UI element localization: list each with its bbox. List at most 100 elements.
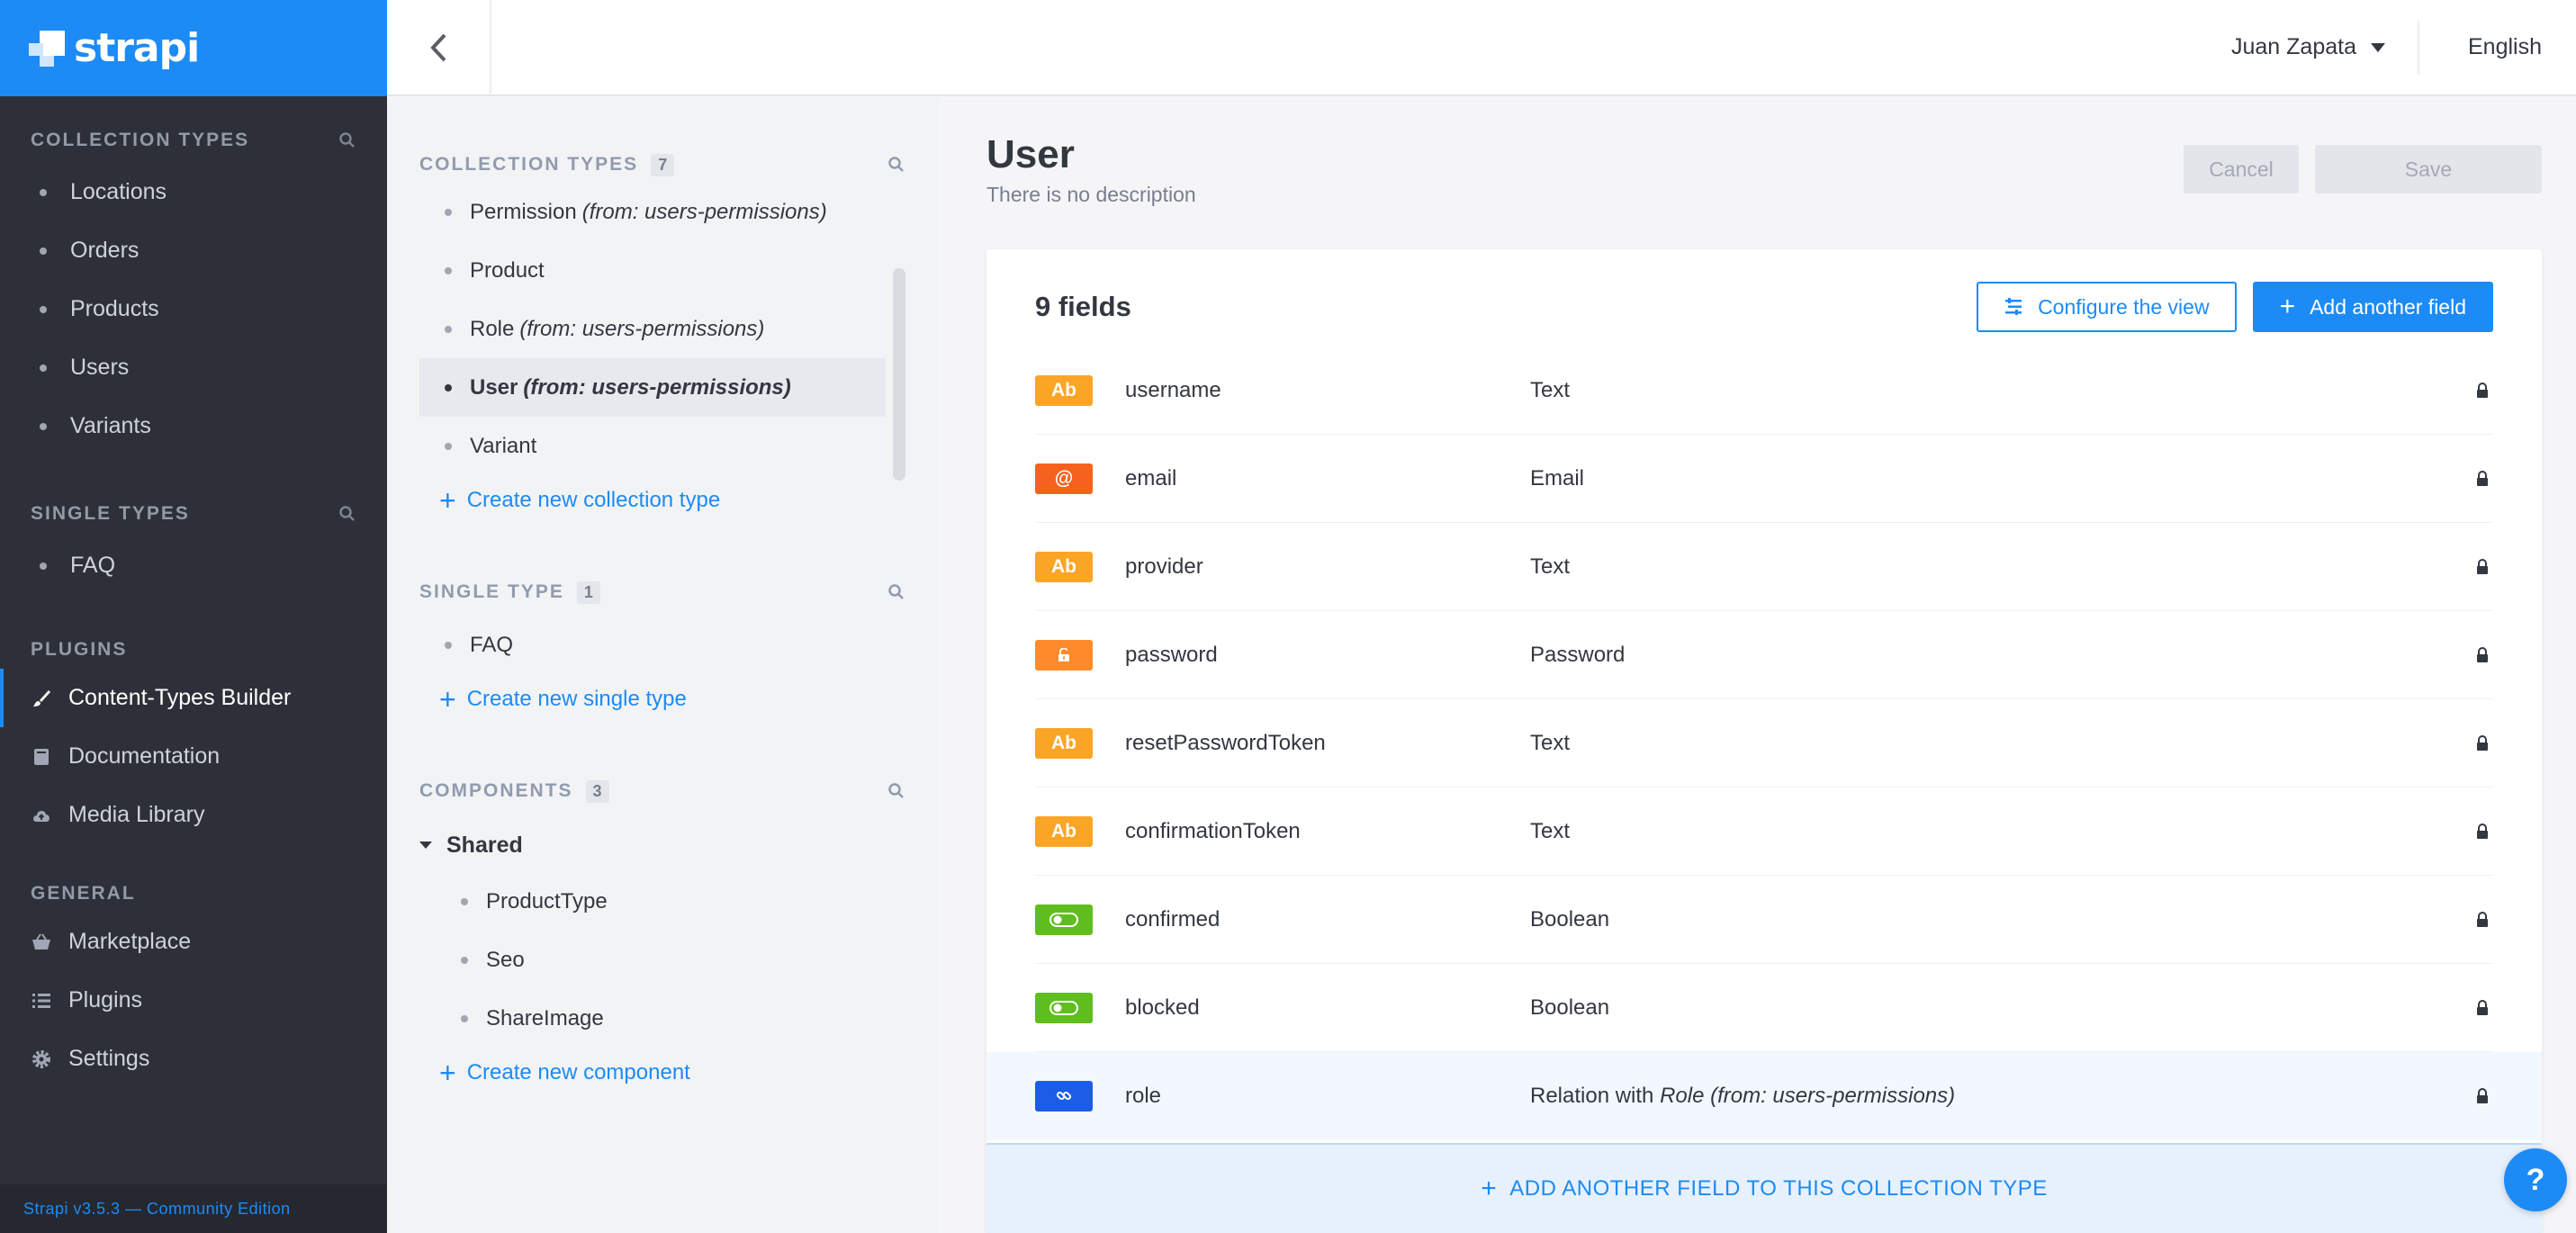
field-row-blocked[interactable]: blocked Boolean <box>1035 964 2493 1052</box>
nav-general-heading: GENERAL <box>31 880 356 907</box>
nav-item-plugins[interactable]: Plugins <box>31 971 356 1030</box>
bullet-icon <box>445 266 452 274</box>
search-icon[interactable] <box>338 131 356 149</box>
user-menu[interactable]: Juan Zapata <box>2231 20 2419 75</box>
nav-item-orders[interactable]: Orders <box>31 221 356 280</box>
save-button[interactable]: Save <box>2315 145 2542 194</box>
subnav-item-seo[interactable]: Seo <box>419 931 905 989</box>
field-list: Ab username Text @ email Email Ab provid… <box>986 346 2542 1140</box>
nav-item-content-types-builder[interactable]: Content-Types Builder <box>0 669 356 727</box>
search-icon[interactable] <box>338 505 356 523</box>
page-title: User <box>986 132 1075 176</box>
field-row-provider[interactable]: Ab provider Text <box>1035 523 2493 611</box>
lock-icon <box>2473 558 2491 575</box>
field-type-label: Text <box>1530 818 1571 843</box>
field-row-username[interactable]: Ab username Text <box>1035 346 2493 435</box>
fields-card: 9 fields Configure the view + Add anothe… <box>986 249 2542 1233</box>
subnav-item-permission[interactable]: Permission (from: users-permissions) <box>419 183 905 241</box>
subnav-item-variant[interactable]: Variant <box>419 417 905 475</box>
field-name: username <box>1125 377 1221 402</box>
sliders-icon <box>2005 298 2022 315</box>
nav-item-media-library[interactable]: Media Library <box>31 786 356 844</box>
section-title: COMPONENTS <box>419 780 573 801</box>
subnav-item-source: (from: users-permissions) <box>523 374 791 400</box>
field-name: password <box>1125 642 1218 667</box>
subnav-scrollbar[interactable] <box>893 268 905 481</box>
bullet-icon <box>461 897 468 905</box>
subnav-item-label: Variant <box>470 433 537 458</box>
nav-item-documentation[interactable]: Documentation <box>31 727 356 786</box>
create-single-type-link[interactable]: + Create new single type <box>419 674 905 724</box>
nav-item-faq[interactable]: FAQ <box>31 536 356 595</box>
field-row-confirmationtoken[interactable]: Ab confirmationToken Text <box>1035 788 2493 876</box>
boolean-field-icon <box>1035 992 1093 1023</box>
main-content: User There is no description Cancel Save… <box>938 98 2576 1233</box>
nav-item-marketplace[interactable]: Marketplace <box>31 913 356 971</box>
component-group-shared[interactable]: Shared <box>419 818 905 872</box>
field-name: resetPasswordToken <box>1125 730 1326 755</box>
subnav-item-user[interactable]: User (from: users-permissions) <box>419 358 886 417</box>
brand-logo[interactable]: strapi <box>0 0 387 96</box>
cloud-upload-icon <box>33 810 50 822</box>
section-title: SINGLE TYPES <box>31 503 190 524</box>
configure-view-button[interactable]: Configure the view <box>1977 282 2237 332</box>
text-field-icon: Ab <box>1035 727 1093 759</box>
lock-icon <box>2473 999 2491 1016</box>
gear-icon <box>32 1049 50 1068</box>
version-footer[interactable]: Strapi v3.5.3 — Community Edition <box>0 1184 387 1233</box>
field-type: Text <box>1530 554 2473 580</box>
create-collection-type-link[interactable]: + Create new collection type <box>419 475 905 526</box>
email-field-icon: @ <box>1035 463 1093 494</box>
lock-icon <box>2473 823 2491 840</box>
field-type: Password <box>1530 643 2473 668</box>
field-row-email[interactable]: @ email Email <box>1035 435 2493 523</box>
subnav-item-faq[interactable]: FAQ <box>419 616 905 674</box>
subnav-item-producttype[interactable]: ProductType <box>419 872 905 931</box>
search-icon[interactable] <box>887 156 905 174</box>
lock-icon <box>2473 1088 2491 1104</box>
help-button[interactable]: ? <box>2504 1148 2567 1211</box>
nav-item-users[interactable]: Users <box>31 338 356 397</box>
plus-icon: + <box>1481 1174 1498 1203</box>
field-name: confirmationToken <box>1125 818 1301 843</box>
nav-item-variants[interactable]: Variants <box>31 397 356 455</box>
nav-general: GENERAL Marketplace Plugins Settings <box>0 880 387 1088</box>
field-row-resetpasswordtoken[interactable]: Ab resetPasswordToken Text <box>1035 699 2493 788</box>
subnav-item-source: (from: users-permissions) <box>581 199 827 224</box>
section-title: PLUGINS <box>31 639 128 660</box>
subnav-item-label: Product <box>470 257 545 283</box>
subnav-item-product[interactable]: Product <box>419 241 905 300</box>
nav-item-label: Marketplace <box>68 929 192 954</box>
bullet-icon <box>40 364 47 372</box>
nav-item-products[interactable]: Products <box>31 280 356 338</box>
bullet-icon <box>40 305 47 313</box>
left-navigation: strapi COLLECTION TYPES Locations Orders… <box>0 0 387 1233</box>
page-header: User There is no description Cancel Save <box>986 132 2542 240</box>
subnav-item-role[interactable]: Role (from: users-permissions) <box>419 300 905 358</box>
field-name: confirmed <box>1125 906 1220 932</box>
search-icon[interactable] <box>887 583 905 601</box>
back-button[interactable] <box>387 0 491 95</box>
search-icon[interactable] <box>887 782 905 800</box>
field-row-role[interactable]: role Relation with Role (from: users-per… <box>986 1052 2542 1140</box>
add-field-to-collection-button[interactable]: + ADD ANOTHER FIELD TO THIS COLLECTION T… <box>986 1143 2542 1233</box>
subnav-item-label: Role <box>470 316 515 341</box>
field-type-label: Text <box>1530 730 1571 755</box>
bullet-icon <box>40 188 47 196</box>
create-component-link[interactable]: + Create new component <box>419 1048 905 1098</box>
lock-icon <box>2473 734 2491 752</box>
cancel-button[interactable]: Cancel <box>2184 145 2299 194</box>
nav-item-settings[interactable]: Settings <box>31 1030 356 1088</box>
count-badge: 7 <box>651 153 675 176</box>
field-type: Text <box>1530 819 2473 844</box>
brand-name: strapi <box>74 25 200 71</box>
add-another-field-button[interactable]: + Add another field <box>2252 282 2493 332</box>
field-row-password[interactable]: password Password <box>1035 611 2493 699</box>
language-selector[interactable]: English <box>2419 34 2576 60</box>
nav-item-locations[interactable]: Locations <box>31 163 356 221</box>
basket-icon <box>32 932 50 950</box>
text-field-icon: Ab <box>1035 815 1093 847</box>
field-row-confirmed[interactable]: confirmed Boolean <box>1035 876 2493 964</box>
bullet-icon <box>40 422 47 430</box>
subnav-item-shareimage[interactable]: ShareImage <box>419 989 905 1048</box>
